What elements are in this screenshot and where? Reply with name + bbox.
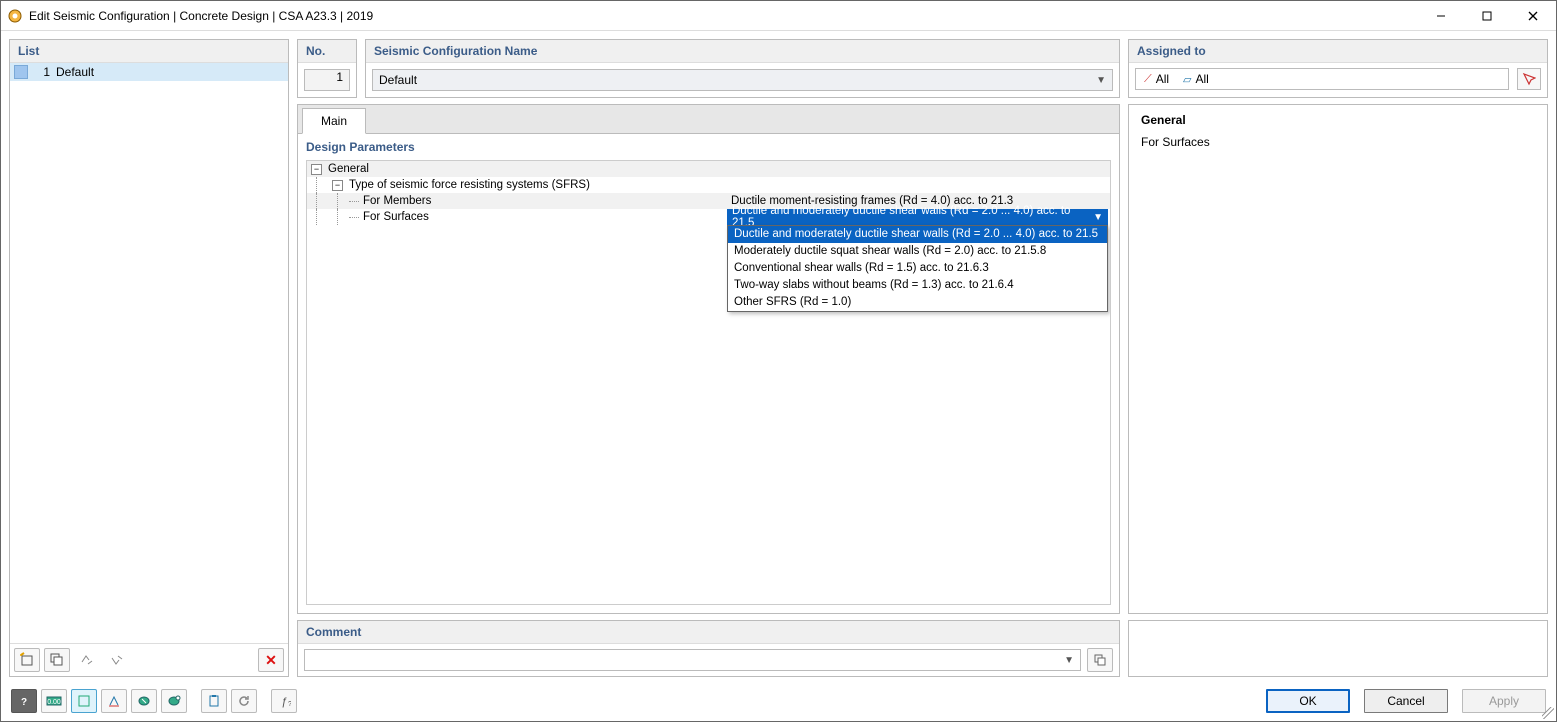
collapse-icon[interactable]: −: [311, 164, 322, 175]
list-item-index: 1: [34, 65, 50, 79]
list-header: List: [10, 40, 288, 63]
delete-item-button[interactable]: ✕: [258, 648, 284, 672]
assigned-members-label: All: [1156, 72, 1169, 86]
app-icon: [7, 8, 23, 24]
assigned-surfaces-label: All: [1196, 72, 1209, 86]
help-button[interactable]: ?: [11, 689, 37, 713]
reset-button[interactable]: [231, 689, 257, 713]
number-input[interactable]: 1: [304, 69, 350, 91]
chevron-down-icon: ▼: [1064, 655, 1074, 666]
resize-grip-icon[interactable]: [1542, 707, 1554, 719]
function-button[interactable]: ƒ?: [271, 689, 297, 713]
window-title: Edit Seismic Configuration | Concrete De…: [29, 9, 1418, 23]
dropdown-option[interactable]: Two-way slabs without beams (Rd = 1.3) a…: [728, 277, 1107, 294]
tab-main[interactable]: Main: [302, 108, 366, 134]
color-swatch-icon: [14, 65, 28, 79]
toggle-a-button[interactable]: [74, 648, 100, 672]
apply-button: Apply: [1462, 689, 1546, 713]
dropdown-option[interactable]: Ductile and moderately ductile shear wal…: [728, 226, 1107, 243]
pick-in-model-button[interactable]: [1517, 68, 1541, 90]
link-b-button[interactable]: [161, 689, 187, 713]
list-item[interactable]: 1 Default: [10, 63, 288, 81]
comment-combo[interactable]: ▼: [304, 649, 1081, 671]
svg-text:?: ?: [288, 701, 291, 708]
clipboard-button[interactable]: [201, 689, 227, 713]
comment-header: Comment: [298, 621, 1119, 644]
delete-icon: ✕: [265, 652, 277, 669]
ok-button[interactable]: OK: [1266, 689, 1350, 713]
dropdown-option[interactable]: Moderately ductile squat shear walls (Rd…: [728, 243, 1107, 260]
tree-node-general[interactable]: − General: [307, 161, 1110, 177]
collapse-icon[interactable]: −: [332, 180, 343, 191]
view-b-button[interactable]: [101, 689, 127, 713]
view-a-button[interactable]: [71, 689, 97, 713]
list-item-label: Default: [56, 65, 94, 79]
design-parameters-header: Design Parameters: [298, 134, 1119, 160]
comment-library-button[interactable]: [1087, 648, 1113, 672]
dropdown-option[interactable]: Other SFRS (Rd = 1.0): [728, 294, 1107, 311]
link-a-button[interactable]: [131, 689, 157, 713]
for-surfaces-dropdown[interactable]: Ductile and moderately ductile shear wal…: [727, 225, 1108, 312]
cancel-button[interactable]: Cancel: [1364, 689, 1448, 713]
minimize-button[interactable]: [1418, 1, 1464, 30]
chevron-down-icon: ▼: [1096, 75, 1106, 86]
chevron-down-icon: ▼: [1093, 212, 1103, 223]
configuration-name-combo[interactable]: Default ▼: [372, 69, 1113, 91]
info-title: General: [1141, 113, 1535, 127]
info-line: For Surfaces: [1141, 135, 1535, 149]
assigned-to-field[interactable]: ⟋ All ▱ All: [1135, 68, 1509, 90]
no-header: No.: [298, 40, 356, 63]
title-bar: Edit Seismic Configuration | Concrete De…: [1, 1, 1556, 31]
configuration-name-value: Default: [379, 73, 417, 87]
member-icon: ⟋: [1144, 73, 1152, 86]
svg-text:?: ?: [21, 697, 27, 708]
units-button[interactable]: 0.00: [41, 689, 67, 713]
close-button[interactable]: [1510, 1, 1556, 30]
copy-item-button[interactable]: [44, 648, 70, 672]
svg-text:0.00: 0.00: [47, 699, 61, 706]
name-header: Seismic Configuration Name: [366, 40, 1119, 63]
new-item-button[interactable]: [14, 648, 40, 672]
svg-text:ƒ: ƒ: [281, 696, 287, 708]
tree-node-sfrs[interactable]: − Type of seismic force resisting system…: [307, 177, 1110, 193]
toggle-b-button[interactable]: [104, 648, 130, 672]
dropdown-option[interactable]: Conventional shear walls (Rd = 1.5) acc.…: [728, 260, 1107, 277]
maximize-button[interactable]: [1464, 1, 1510, 30]
assigned-header: Assigned to: [1129, 40, 1547, 63]
surface-icon: ▱: [1183, 73, 1191, 86]
for-surfaces-combo[interactable]: Ductile and moderately ductile shear wal…: [727, 209, 1108, 225]
preview-panel: [1128, 620, 1548, 677]
